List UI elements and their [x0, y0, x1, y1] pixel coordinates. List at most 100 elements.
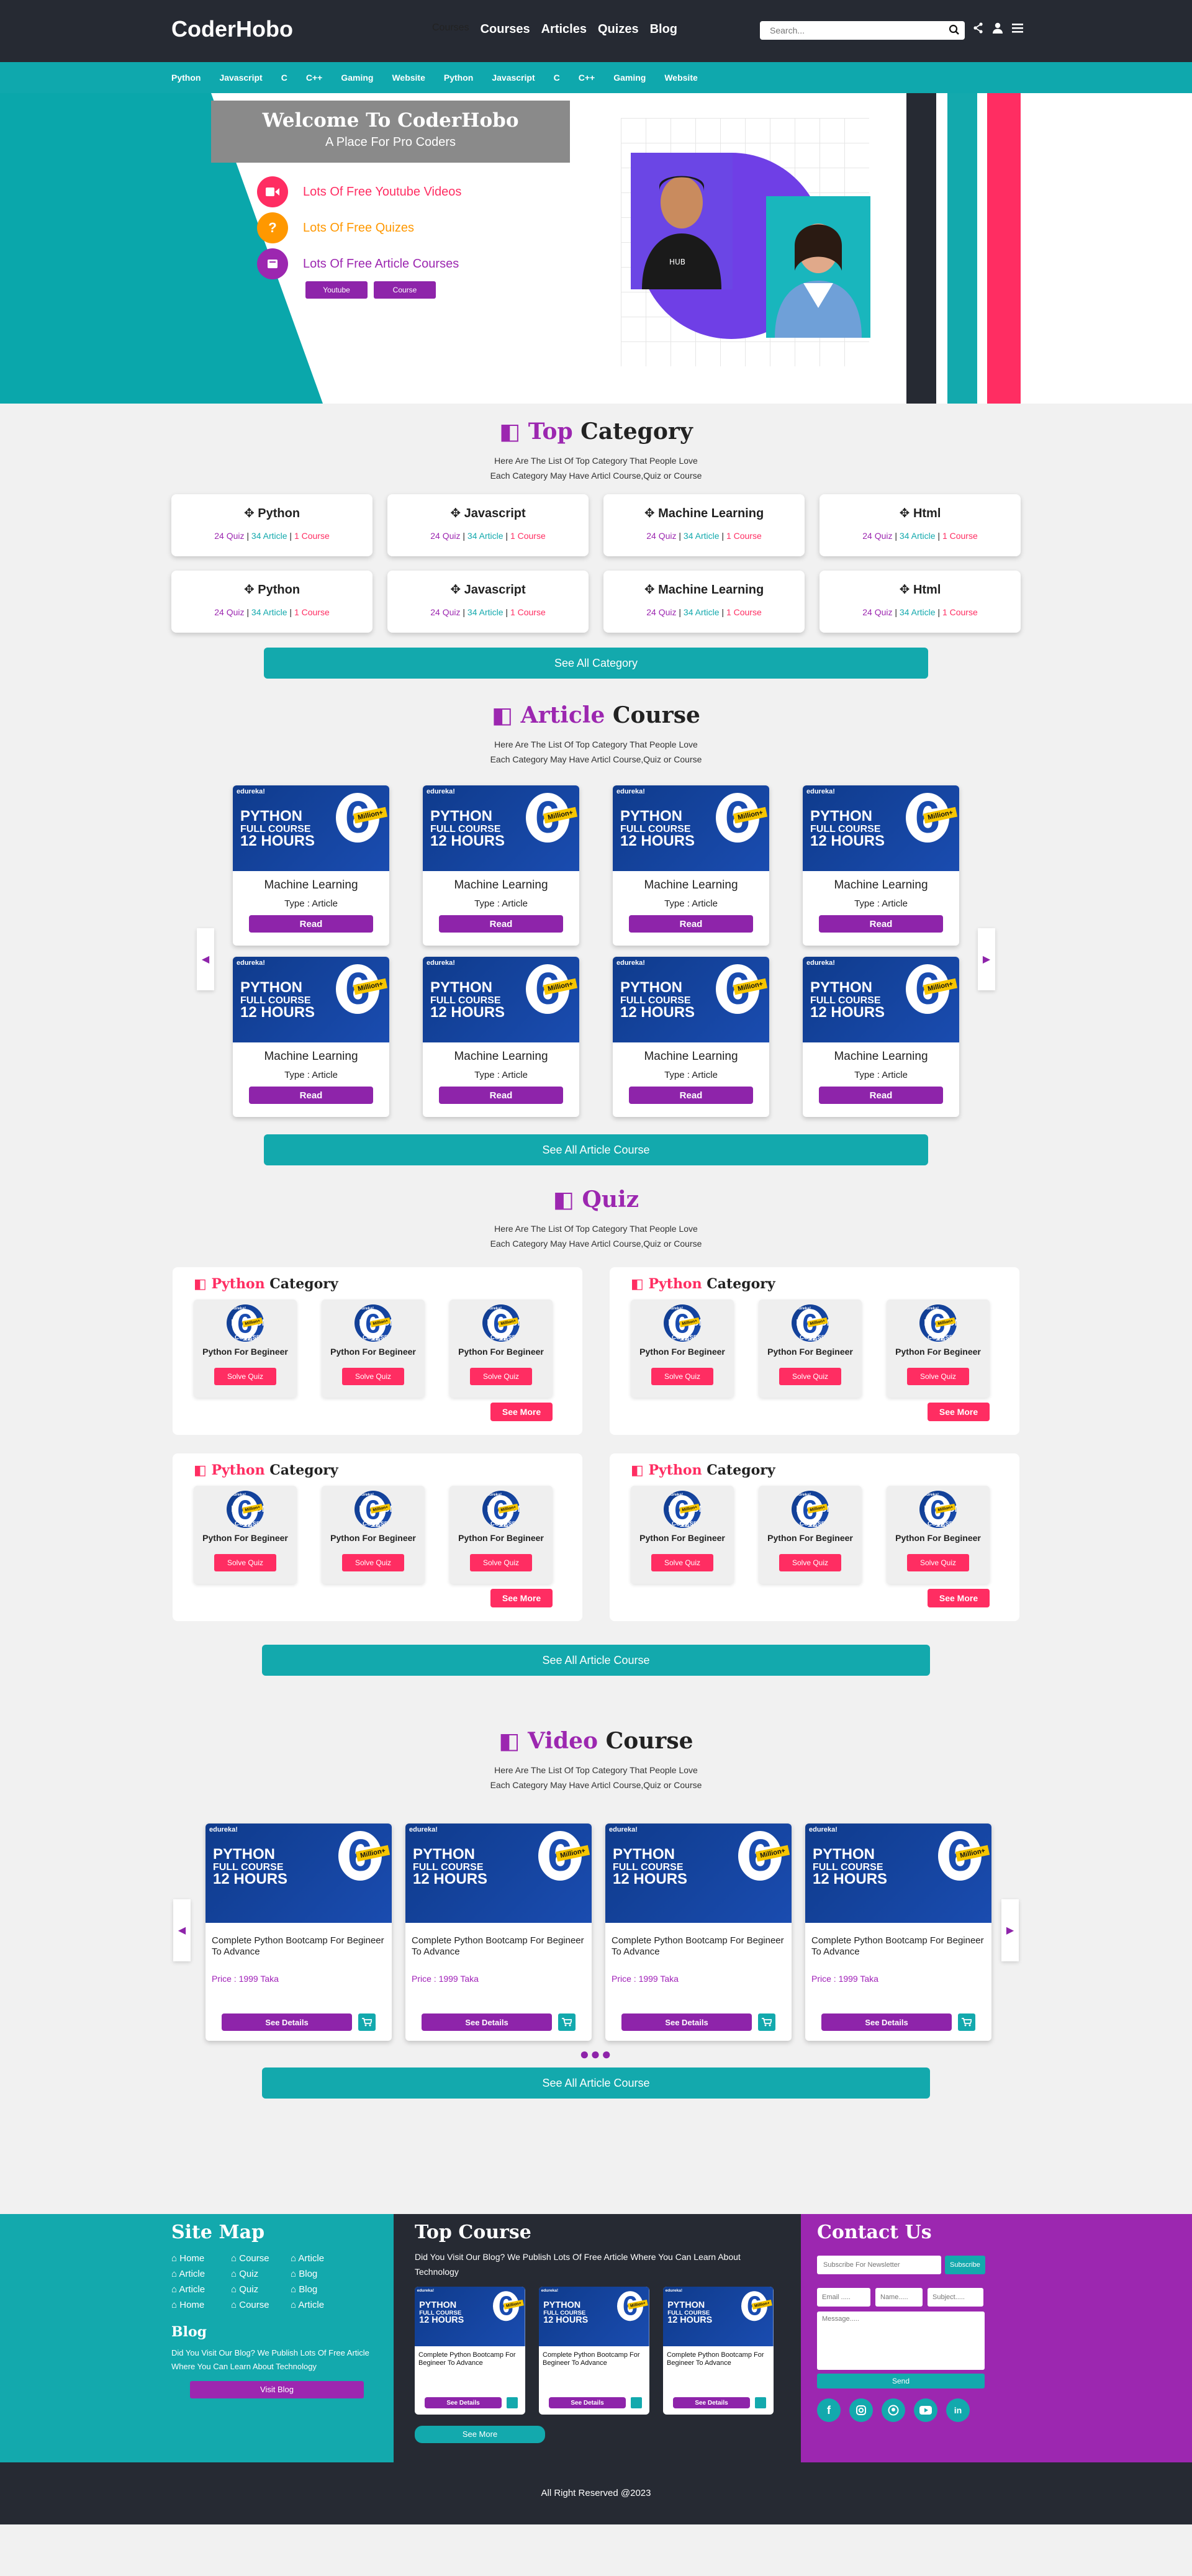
quiz-count[interactable]: 24 Quiz: [430, 531, 460, 541]
carousel-prev-arrow[interactable]: ◀: [173, 1899, 191, 1961]
read-button[interactable]: Read: [819, 915, 943, 933]
user-icon[interactable]: [992, 22, 1003, 37]
article-card[interactable]: edureka!PYTHONFULL COURSE12 HOURS6Millio…: [803, 957, 959, 1117]
article-card[interactable]: edureka!PYTHONFULL COURSE12 HOURS6Millio…: [233, 957, 389, 1117]
quiz-count[interactable]: 24 Quiz: [646, 607, 676, 617]
article-count[interactable]: 34 Article: [684, 531, 720, 541]
quiz-card[interactable]: edureka!PYTHONFULL COURSE12 HOURS6Millio…: [449, 1299, 553, 1398]
subnav-gaming[interactable]: Gaming: [613, 73, 646, 83]
carousel-next-arrow[interactable]: ▶: [978, 928, 995, 990]
sitemap-link[interactable]: ⌂ Blog: [291, 2269, 350, 2279]
subnav-python[interactable]: Python: [444, 73, 473, 83]
solve-quiz-button[interactable]: Solve Quiz: [342, 1368, 404, 1385]
see-all-category-button[interactable]: See All Category: [264, 648, 928, 679]
article-count[interactable]: 34 Article: [684, 607, 720, 617]
category-card[interactable]: ✥ Html 24 Quiz | 34 Article | 1 Course: [820, 571, 1021, 633]
see-more-course-button[interactable]: See More: [415, 2426, 545, 2443]
cart-icon[interactable]: [507, 2397, 518, 2408]
quiz-count[interactable]: 24 Quiz: [214, 531, 244, 541]
article-card[interactable]: edureka!PYTHONFULL COURSE12 HOURS6Millio…: [423, 785, 579, 946]
sitemap-link[interactable]: ⌂ Article: [291, 2253, 350, 2264]
course-count[interactable]: 1 Course: [942, 607, 978, 617]
top-course-card[interactable]: edureka!PYTHONFULL COURSE12 HOURS6Millio…: [663, 2287, 774, 2415]
read-button[interactable]: Read: [249, 1087, 373, 1104]
category-card[interactable]: ✥ Machine Learning 24 Quiz | 34 Article |…: [603, 571, 805, 633]
quiz-card[interactable]: edureka!PYTHONFULL COURSE12 HOURS6Millio…: [759, 1299, 862, 1398]
email-field[interactable]: [817, 2288, 870, 2307]
visit-blog-button[interactable]: Visit Blog: [190, 2381, 364, 2398]
subnav-cpp[interactable]: C++: [306, 73, 322, 83]
carousel-prev-arrow[interactable]: ◀: [197, 928, 214, 990]
sitemap-link[interactable]: ⌂ Blog: [291, 2284, 350, 2295]
solve-quiz-button[interactable]: Solve Quiz: [214, 1368, 276, 1385]
site-logo[interactable]: CoderHobo: [171, 16, 293, 42]
solve-quiz-button[interactable]: Solve Quiz: [651, 1368, 713, 1385]
course-count[interactable]: 1 Course: [510, 531, 546, 541]
message-field[interactable]: [817, 2312, 985, 2370]
subnav-cpp[interactable]: C++: [579, 73, 595, 83]
video-card[interactable]: edureka!PYTHONFULL COURSE12 HOURS6Millio…: [605, 1824, 792, 2041]
course-count[interactable]: 1 Course: [726, 531, 762, 541]
article-card[interactable]: edureka!PYTHONFULL COURSE12 HOURS6Millio…: [803, 785, 959, 946]
share-icon[interactable]: [973, 22, 983, 37]
cart-icon[interactable]: [755, 2397, 766, 2408]
article-card[interactable]: edureka!PYTHONFULL COURSE12 HOURS6Millio…: [233, 785, 389, 946]
sitemap-link[interactable]: ⌂ Home: [171, 2253, 231, 2264]
quiz-count[interactable]: 24 Quiz: [862, 531, 892, 541]
article-count[interactable]: 34 Article: [251, 607, 287, 617]
sitemap-link[interactable]: ⌂ Home: [171, 2300, 231, 2310]
nav-blog-link[interactable]: Blog: [650, 22, 677, 37]
nav-courses-link[interactable]: Courses: [481, 22, 530, 37]
github-icon[interactable]: [882, 2398, 905, 2422]
sitemap-link[interactable]: ⌂ Quiz: [231, 2284, 291, 2295]
solve-quiz-button[interactable]: Solve Quiz: [214, 1554, 276, 1571]
see-details-button[interactable]: See Details: [821, 2013, 952, 2031]
see-details-button[interactable]: See Details: [425, 2397, 502, 2408]
video-card[interactable]: edureka!PYTHONFULL COURSE12 HOURS6Millio…: [405, 1824, 592, 2041]
nav-articles-link[interactable]: Articles: [541, 22, 587, 37]
top-course-card[interactable]: edureka!PYTHONFULL COURSE12 HOURS6Millio…: [539, 2287, 649, 2415]
quiz-count[interactable]: 24 Quiz: [214, 607, 244, 617]
category-card[interactable]: ✥ Html 24 Quiz | 34 Article | 1 Course: [820, 494, 1021, 556]
quiz-card[interactable]: edureka!PYTHONFULL COURSE12 HOURS6Millio…: [194, 1486, 297, 1584]
video-card[interactable]: edureka!PYTHONFULL COURSE12 HOURS6Millio…: [205, 1824, 392, 2041]
see-all-article-button[interactable]: See All Article Course: [264, 1134, 928, 1165]
facebook-icon[interactable]: f: [817, 2398, 841, 2422]
article-count[interactable]: 34 Article: [900, 531, 936, 541]
solve-quiz-button[interactable]: Solve Quiz: [342, 1554, 404, 1571]
subnav-website[interactable]: Website: [664, 73, 697, 83]
search-icon[interactable]: [949, 24, 960, 38]
quiz-card[interactable]: edureka!PYTHONFULL COURSE12 HOURS6Millio…: [449, 1486, 553, 1584]
quiz-card[interactable]: edureka!PYTHONFULL COURSE12 HOURS6Millio…: [631, 1486, 734, 1584]
quiz-count[interactable]: 24 Quiz: [430, 607, 460, 617]
article-count[interactable]: 34 Article: [467, 531, 503, 541]
carousel-dots[interactable]: ●●●: [0, 2045, 1192, 2064]
see-details-button[interactable]: See Details: [549, 2397, 626, 2408]
course-count[interactable]: 1 Course: [510, 607, 546, 617]
subnav-python[interactable]: Python: [171, 73, 201, 83]
cart-icon[interactable]: [558, 2013, 576, 2031]
course-count[interactable]: 1 Course: [294, 531, 330, 541]
linkedin-icon[interactable]: in: [946, 2398, 970, 2422]
sitemap-link[interactable]: ⌂ Course: [231, 2300, 291, 2310]
category-card[interactable]: ✥ Javascript 24 Quiz | 34 Article | 1 Cou…: [387, 571, 589, 633]
solve-quiz-button[interactable]: Solve Quiz: [779, 1554, 841, 1571]
article-card[interactable]: edureka!PYTHONFULL COURSE12 HOURS6Millio…: [613, 957, 769, 1117]
read-button[interactable]: Read: [439, 915, 563, 933]
read-button[interactable]: Read: [249, 915, 373, 933]
subnav-javascript[interactable]: Javascript: [492, 73, 535, 83]
see-more-button[interactable]: See More: [928, 1403, 990, 1421]
newsletter-input[interactable]: [817, 2256, 941, 2274]
sitemap-link[interactable]: ⌂ Article: [171, 2269, 231, 2279]
video-card[interactable]: edureka!PYTHONFULL COURSE12 HOURS6Millio…: [805, 1824, 991, 2041]
quiz-count[interactable]: 24 Quiz: [862, 607, 892, 617]
quiz-card[interactable]: edureka!PYTHONFULL COURSE12 HOURS6Millio…: [194, 1299, 297, 1398]
article-card[interactable]: edureka!PYTHONFULL COURSE12 HOURS6Millio…: [613, 785, 769, 946]
subscribe-button[interactable]: Subscribe: [945, 2256, 985, 2274]
cart-icon[interactable]: [758, 2013, 775, 2031]
solve-quiz-button[interactable]: Solve Quiz: [779, 1368, 841, 1385]
read-button[interactable]: Read: [629, 915, 753, 933]
quiz-card[interactable]: edureka!PYTHONFULL COURSE12 HOURS6Millio…: [759, 1486, 862, 1584]
quiz-card[interactable]: edureka!PYTHONFULL COURSE12 HOURS6Millio…: [887, 1299, 990, 1398]
category-card[interactable]: ✥ Javascript 24 Quiz | 34 Article | 1 Cou…: [387, 494, 589, 556]
